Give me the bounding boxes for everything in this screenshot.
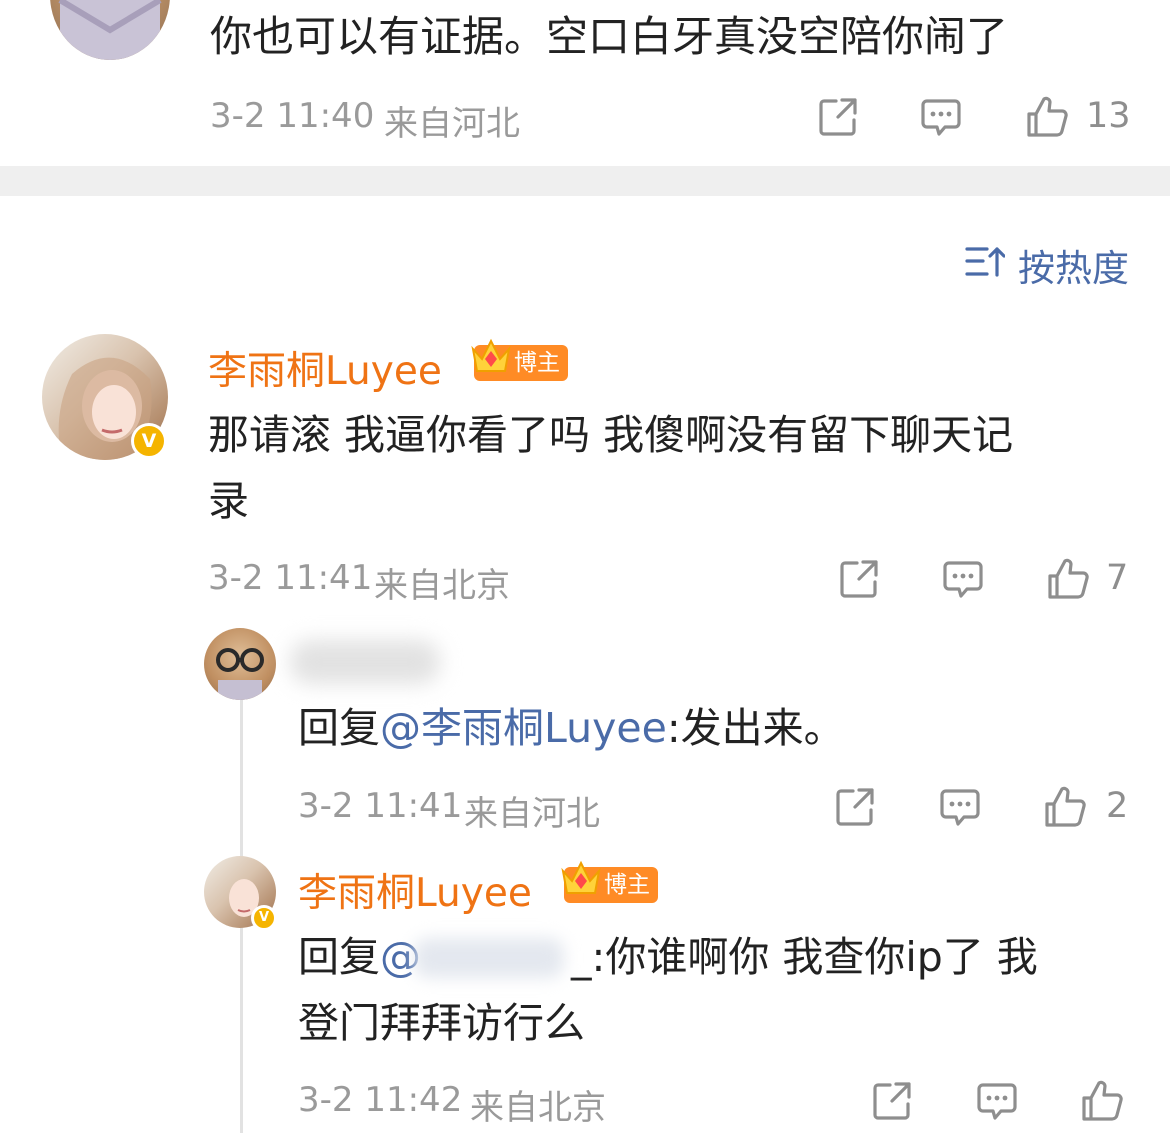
share-icon[interactable] (816, 95, 860, 139)
reply-prefix: 回复 (298, 704, 380, 752)
host-badge-label: 博主 (604, 872, 650, 898)
comment-time: 3-2 11:40 (210, 96, 375, 136)
comment-text: 你也可以有证据。空口白牙真没空陪你闹了 (210, 12, 1009, 61)
crown-icon (471, 338, 511, 372)
comment-icon[interactable] (941, 557, 985, 601)
redacted-username (290, 640, 440, 684)
comment-location: 来自河北 (384, 104, 520, 144)
host-badge: 博主 (471, 338, 568, 381)
like-count: 2 (1106, 786, 1129, 826)
reply-time: 3-2 11:41 (298, 786, 463, 826)
reply-body: :发出来。 (666, 704, 845, 752)
section-divider (0, 166, 1170, 196)
reply-prefix: 回复 (298, 933, 380, 981)
reply-body: _:你谁啊你 我查你ip了 我 (571, 933, 1038, 981)
verified-badge: V (131, 423, 167, 459)
avatar[interactable] (204, 628, 276, 700)
reply-text: 登门拜拜访行么 (298, 999, 585, 1047)
like-icon[interactable] (1043, 785, 1087, 829)
username[interactable]: 李雨桐Luyee (208, 340, 442, 396)
redacted-mention (414, 938, 564, 978)
comment-text: 那请滚 我逼你看了吗 我傻啊没有留下聊天记 (208, 411, 1014, 459)
verified-badge: V (251, 905, 277, 931)
host-badge: 博主 (561, 860, 658, 903)
share-icon[interactable] (870, 1079, 914, 1123)
sort-icon[interactable] (965, 245, 1005, 279)
like-icon[interactable] (1046, 557, 1090, 601)
like-icon[interactable] (1080, 1079, 1124, 1123)
share-icon[interactable] (837, 557, 881, 601)
comment-time: 3-2 11:41 (208, 558, 373, 598)
sort-by-heat[interactable]: 按热度 (1018, 238, 1129, 292)
like-count: 7 (1106, 558, 1129, 598)
like-icon[interactable] (1025, 95, 1069, 139)
comment-icon[interactable] (938, 785, 982, 829)
host-badge-label: 博主 (514, 350, 560, 376)
avatar[interactable] (50, 0, 170, 60)
comment-icon[interactable] (975, 1079, 1019, 1123)
crown-icon (561, 860, 601, 894)
reply-time: 3-2 11:42 (298, 1080, 463, 1120)
comment-icon[interactable] (919, 95, 963, 139)
like-count: 13 (1086, 96, 1131, 136)
mention-link[interactable]: @李雨桐Luyee (380, 704, 667, 752)
comment-location: 来自北京 (374, 566, 510, 606)
reply-text: 回复@ _:你谁啊你 我查你ip了 我 (298, 924, 1038, 990)
share-icon[interactable] (833, 785, 877, 829)
username[interactable]: 李雨桐Luyee (298, 862, 532, 918)
reply-text: 回复@李雨桐Luyee:发出来。 (298, 695, 845, 761)
reply-location: 来自北京 (470, 1088, 606, 1128)
comment-text: 录 (208, 477, 249, 525)
reply-location: 来自河北 (464, 794, 600, 834)
